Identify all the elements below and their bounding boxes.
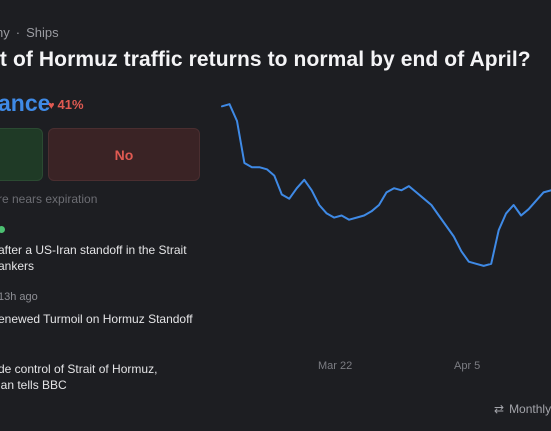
live-indicator-dot [0, 226, 5, 233]
chance-label: ance [0, 90, 51, 116]
breadcrumb-category[interactable]: ny [0, 25, 10, 40]
time-range-control[interactable]: ⇄ Monthly [494, 402, 551, 416]
market-title: it of Hormuz traffic returns to normal b… [0, 48, 531, 71]
breadcrumb-subcategory[interactable]: Ships [26, 25, 59, 40]
price-chart[interactable] [210, 90, 551, 330]
time-range-label: Monthly [509, 402, 551, 416]
x-axis-tick: Mar 22 [318, 360, 353, 372]
chart-line [221, 103, 551, 267]
chance-change-value: 41% [57, 97, 84, 112]
news-item[interactable]: 13h ago enewed Turmoil on Hormuz Standof… [0, 291, 203, 327]
no-button[interactable]: No [48, 128, 200, 181]
yes-button[interactable] [0, 128, 43, 181]
news-item[interactable]: de control of Strait of Hormuz, ian tell… [0, 361, 203, 393]
news-title: after a US-Iran standoff in the Strait a… [0, 243, 187, 273]
news-title: enewed Turmoil on Hormuz Standoff [0, 312, 193, 326]
refresh-icon: ⇄ [494, 402, 505, 416]
breadcrumb: ny · Ships [0, 25, 59, 40]
news-title: de control of Strait of Hormuz, ian tell… [0, 362, 158, 392]
x-axis-tick: Apr 5 [454, 360, 481, 372]
expiry-note: re nears expiration [0, 192, 98, 206]
breadcrumb-separator: · [15, 25, 21, 40]
heart-icon: ♥ [48, 100, 55, 112]
news-time: 13h ago [0, 291, 38, 303]
news-item[interactable]: after a US-Iran standoff in the Strait a… [0, 242, 203, 274]
chance-change: ♥ 41% [48, 97, 84, 112]
